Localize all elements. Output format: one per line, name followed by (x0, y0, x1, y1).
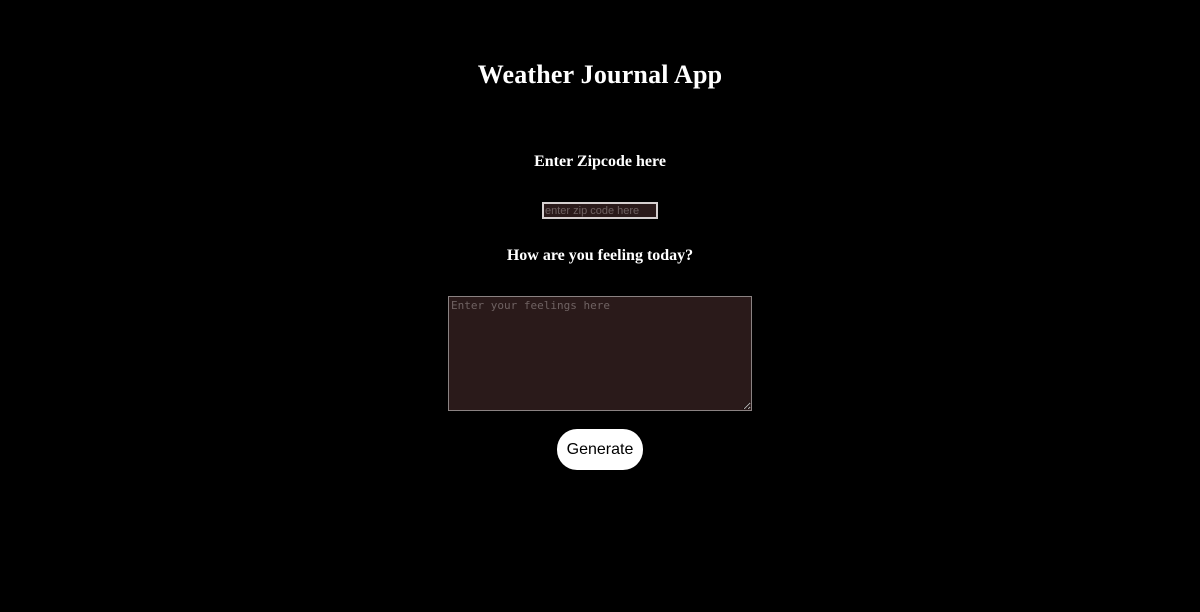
zip-label: Enter Zipcode here (534, 153, 666, 170)
zip-input[interactable] (542, 202, 658, 219)
generate-button[interactable]: Generate (557, 429, 643, 470)
feelings-label: How are you feeling today? (506, 247, 694, 264)
feelings-textarea[interactable] (448, 296, 752, 411)
page-title: Weather Journal App (477, 60, 723, 89)
